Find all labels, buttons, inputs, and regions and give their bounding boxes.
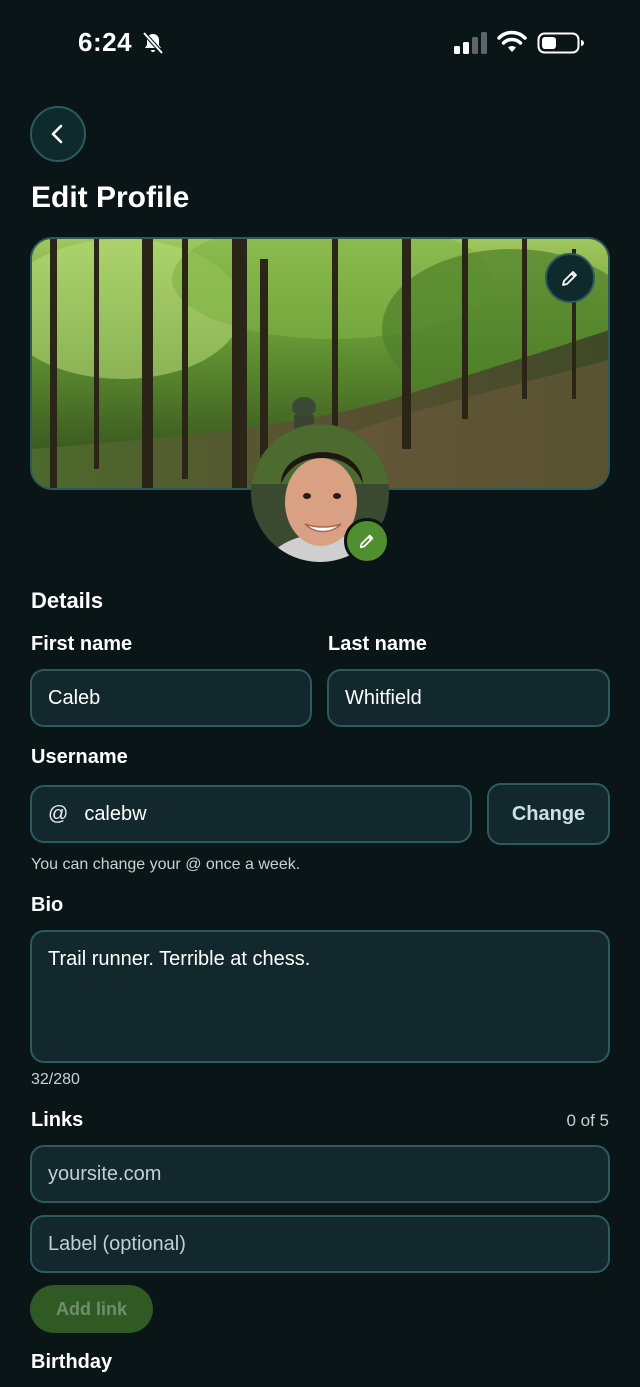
edit-profile-screen: 6:24 Edit Profile Details First name Las…: [0, 0, 640, 1387]
wifi-icon: [497, 30, 527, 52]
pencil-icon: [562, 271, 577, 286]
add-link-button[interactable]: Add link: [30, 1285, 153, 1333]
username-value: calebw: [84, 802, 147, 825]
first-name-label: First name: [31, 633, 133, 655]
username-label: Username: [31, 746, 128, 768]
links-count: 0 of 5: [566, 1111, 609, 1130]
link-url-placeholder: yoursite.com: [48, 1162, 162, 1185]
links-label: Links: [31, 1109, 84, 1131]
link-label-input[interactable]: Label (optional): [30, 1215, 610, 1273]
first-name-field[interactable]: Caleb: [30, 669, 312, 727]
battery-icon: [537, 32, 584, 54]
last-name-field[interactable]: Whitfield: [327, 669, 610, 727]
at-prefix: @: [48, 802, 69, 825]
edit-avatar-button[interactable]: [344, 518, 390, 564]
username-field[interactable]: @ calebw: [30, 785, 472, 843]
pencil-icon: [359, 534, 374, 549]
back-button[interactable]: [30, 106, 86, 162]
username-hint: You can change your @ once a week.: [31, 856, 301, 873]
chevron-left-icon: [51, 124, 63, 144]
link-label-placeholder: Label (optional): [48, 1232, 186, 1255]
bell-slash-icon: [142, 31, 164, 55]
edit-banner-button[interactable]: [545, 253, 595, 303]
cellular-signal-icon: [454, 32, 487, 54]
birthday-label: Birthday: [31, 1351, 113, 1373]
bio-value: Trail runner. Terrible at chess.: [48, 948, 311, 970]
page-title: Edit Profile: [31, 181, 190, 214]
last-name-label: Last name: [328, 633, 427, 655]
bio-character-counter: 32/280: [31, 1071, 80, 1088]
first-name-value: Caleb: [48, 686, 101, 709]
bio-label: Bio: [31, 894, 64, 916]
details-section-title: Details: [31, 588, 104, 613]
change-username-button[interactable]: Change: [487, 783, 610, 845]
status-time: 6:24: [78, 27, 133, 57]
bio-textarea[interactable]: Trail runner. Terrible at chess.: [30, 930, 610, 1063]
last-name-value: Whitfield: [345, 686, 422, 709]
link-url-input[interactable]: yoursite.com: [30, 1145, 610, 1203]
